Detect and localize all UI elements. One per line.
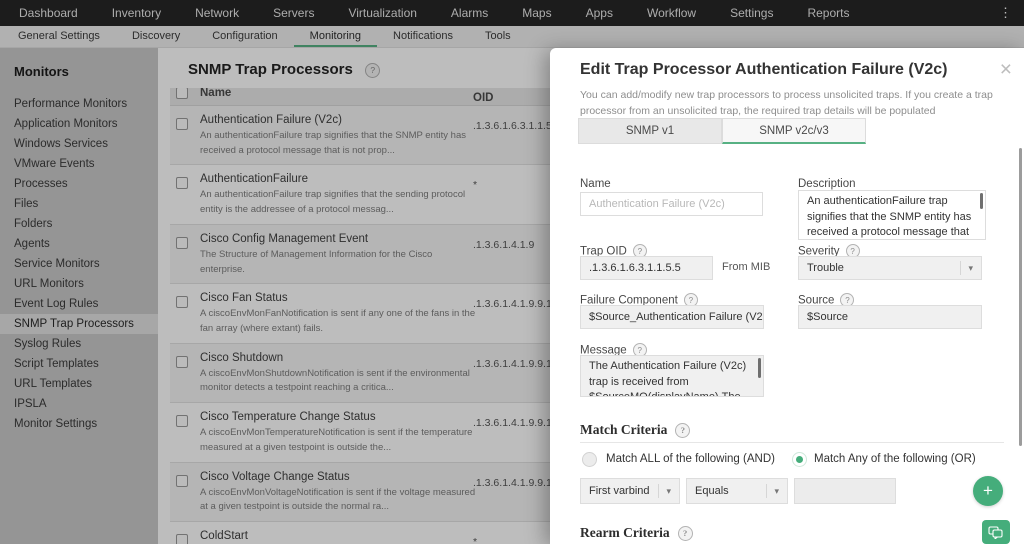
severity-value: Trouble [807, 262, 844, 274]
description-scrollbar[interactable] [980, 193, 983, 209]
operator-select-value: Equals [695, 485, 729, 497]
snmp-version-tabs: SNMP v1 SNMP v2c/v3 [578, 118, 866, 144]
tab-snmp-v2c-v3[interactable]: SNMP v2c/v3 [722, 118, 866, 144]
operator-select[interactable]: Equals ▾ [686, 478, 788, 504]
severity-select[interactable]: Trouble ▾ [798, 256, 982, 280]
varbind-select-value: First varbind [589, 485, 650, 497]
match-criteria-heading: Match Criteria? [580, 422, 690, 438]
radio-match-all-label[interactable]: Match ALL of the following (AND) [606, 453, 775, 465]
chat-bubbles-icon [988, 526, 1004, 539]
description-text: An authenticationFailure trap signifies … [807, 195, 971, 240]
message-scrollbar[interactable] [758, 358, 761, 378]
match-criteria-help-icon[interactable]: ? [675, 423, 690, 438]
add-criteria-button[interactable]: + [973, 476, 1003, 506]
divider [580, 442, 1004, 443]
name-label: Name [580, 178, 611, 190]
varbind-select[interactable]: First varbind ▾ [580, 478, 680, 504]
criteria-value-input[interactable] [794, 478, 896, 504]
support-chat-button[interactable] [982, 520, 1010, 544]
chevron-down-icon: ▾ [658, 484, 671, 498]
failure-component-input[interactable]: $Source_Authentication Failure (V2c)_tra… [580, 305, 764, 329]
description-label: Description [798, 178, 856, 190]
edit-trap-processor-modal: × Edit Trap Processor Authentication Fai… [550, 48, 1024, 544]
radio-match-any[interactable] [792, 452, 807, 467]
close-icon[interactable]: × [1000, 60, 1012, 80]
description-textarea[interactable]: An authenticationFailure trap signifies … [798, 190, 986, 240]
rearm-criteria-heading: Rearm Criteria? [580, 525, 693, 541]
modal-scrollbar[interactable] [1019, 148, 1022, 446]
message-textarea[interactable]: The Authentication Failure (V2c) trap is… [580, 355, 764, 397]
trap-oid-input[interactable]: .1.3.6.1.6.3.1.1.5.5 [580, 256, 713, 280]
chevron-down-icon: ▾ [960, 261, 973, 275]
from-mib-button[interactable]: From MIB [722, 261, 770, 273]
rearm-criteria-help-icon[interactable]: ? [678, 526, 693, 541]
message-text: The Authentication Failure (V2c) trap is… [589, 360, 746, 397]
radio-match-all[interactable] [582, 452, 597, 467]
radio-match-any-label[interactable]: Match Any of the following (OR) [814, 453, 976, 465]
tab-snmp-v1[interactable]: SNMP v1 [578, 118, 722, 144]
source-input[interactable]: $Source [798, 305, 982, 329]
name-input[interactable]: Authentication Failure (V2c) [580, 192, 763, 216]
chevron-down-icon: ▾ [766, 484, 779, 498]
modal-title: Edit Trap Processor Authentication Failu… [580, 61, 947, 79]
